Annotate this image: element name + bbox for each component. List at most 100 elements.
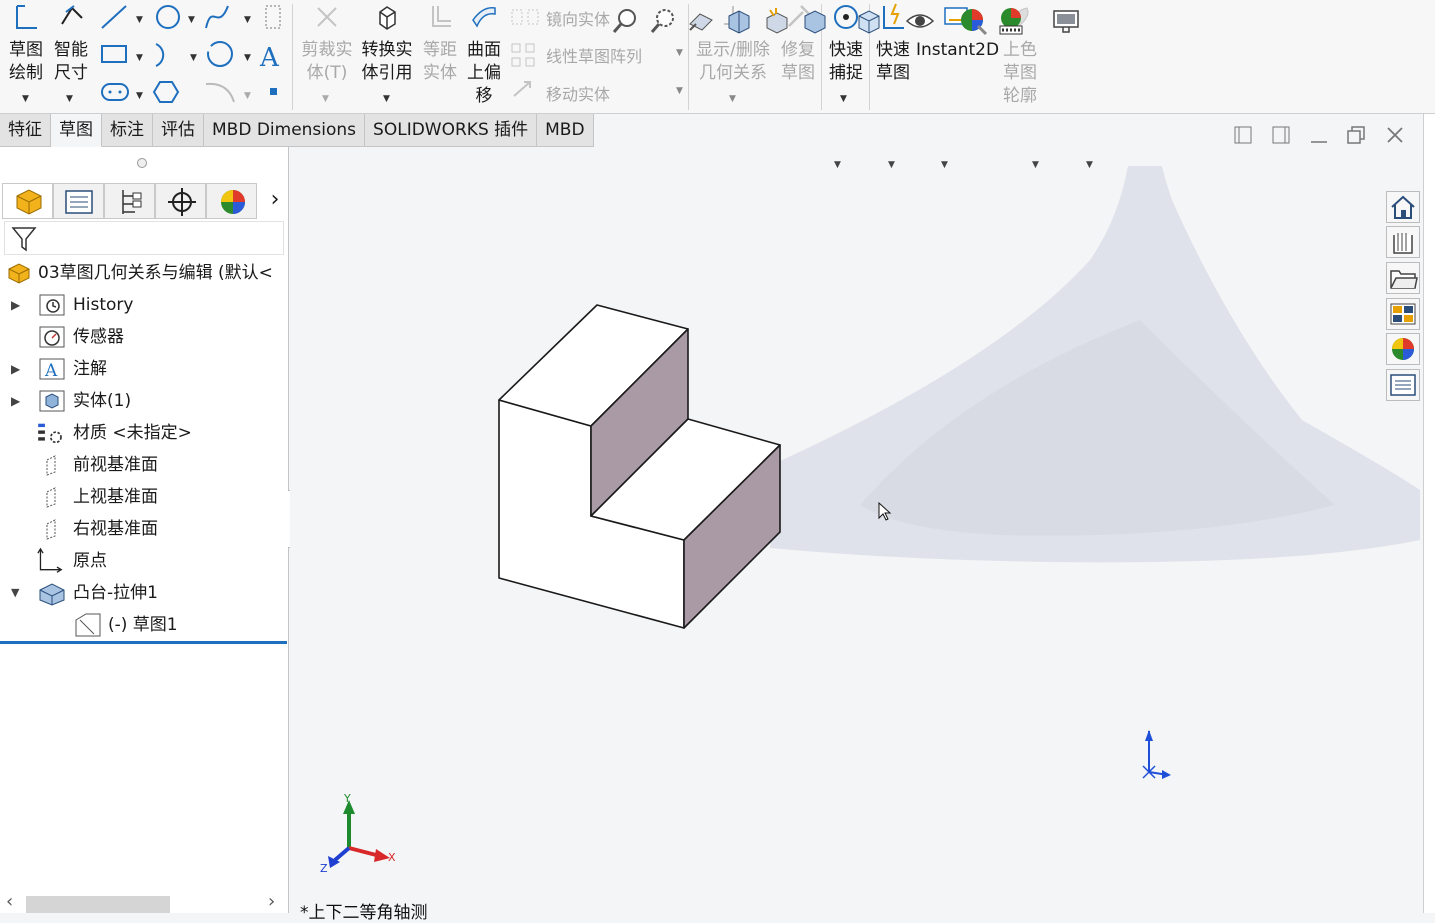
tab-feature-manager[interactable]	[2, 183, 53, 219]
tab-display-manager[interactable]	[206, 183, 257, 219]
model-scene[interactable]	[290, 147, 1423, 913]
view-orientation-icon[interactable]	[800, 6, 830, 36]
display-style-icon[interactable]	[854, 6, 884, 36]
sketch-draw-dropdown[interactable]: ▼	[22, 94, 29, 104]
scroll-right-arrow[interactable]: ›	[268, 891, 275, 912]
horizontal-scrollbar[interactable]: ‹ ›	[0, 891, 287, 913]
trim-dropdown[interactable]: ▼	[322, 94, 329, 104]
offset-on-surface-button[interactable]: 曲面 上偏 移	[462, 2, 506, 108]
tree-item-boss-extrude[interactable]: ▼ 凸台-拉伸1	[0, 577, 287, 609]
task-pane-custom-properties[interactable]	[1386, 369, 1420, 401]
edit-appearance-icon[interactable]	[958, 6, 988, 36]
task-pane-appearances[interactable]	[1386, 333, 1420, 365]
tree-filter-box[interactable]	[4, 221, 284, 255]
custom-properties-icon	[1390, 374, 1416, 396]
tree-item-history[interactable]: ▶ History	[0, 289, 287, 321]
triad-z-label: Z	[320, 862, 328, 875]
scene-origin-icon	[1142, 730, 1171, 779]
restore-icon[interactable]	[1345, 124, 1367, 146]
scrollbar-thumb[interactable]	[26, 896, 170, 913]
tree-root[interactable]: 03草图几何关系与编辑 (默认<	[0, 257, 287, 289]
panel-tabs-more-arrow[interactable]: ›	[262, 183, 288, 219]
tree-item-right-plane[interactable]: 右视基准面	[0, 513, 287, 545]
view-settings-dropdown[interactable]: ▼	[1086, 160, 1093, 170]
dynamic-annotation-view-icon[interactable]	[762, 6, 792, 36]
triad-x-label: X	[388, 851, 396, 864]
pattern-dropdown[interactable]: ▼	[676, 48, 683, 58]
tab-solidworks-addins[interactable]: SOLIDWORKS 插件	[365, 114, 538, 147]
smart-dimension-icon	[61, 5, 83, 25]
task-pane-file-explorer[interactable]	[1386, 262, 1420, 294]
hide-show-items-icon[interactable]	[905, 6, 935, 36]
expand-arrow-icon[interactable]: ▶	[11, 385, 20, 417]
apply-scene-icon[interactable]	[996, 6, 1026, 36]
l-block-part	[498, 304, 781, 629]
task-pane-home[interactable]	[1386, 191, 1420, 223]
expand-arrow-icon[interactable]: ▶	[11, 289, 20, 321]
view-name-status: *上下二等角轴测	[300, 903, 428, 923]
tree-item-sensors[interactable]: 传感器	[0, 321, 287, 353]
tab-mbd-dimensions[interactable]: MBD Dimensions	[204, 114, 366, 147]
scroll-left-arrow[interactable]: ‹	[6, 891, 13, 912]
tree-item-sketch1[interactable]: (-) 草图1	[0, 609, 287, 641]
command-manager-ribbon: 草图 绘制 ▼ 智能 尺寸 ▼ ▼ ▼ ▼ ▼ ▼ ▼ A ▼ ▼ 剪裁实 体(…	[0, 0, 1435, 114]
linear-pattern-button[interactable]: 线性草图阵列	[546, 43, 642, 67]
view-orientation-dropdown[interactable]: ▼	[834, 160, 841, 170]
design-library-icon	[1393, 233, 1413, 254]
zoom-to-fit-icon[interactable]	[610, 6, 640, 36]
tab-sketch[interactable]: 草图	[51, 114, 102, 147]
move-dropdown[interactable]: ▼	[676, 86, 683, 96]
convert-dropdown[interactable]: ▼	[383, 94, 390, 104]
dock-left-icon[interactable]	[1232, 124, 1254, 146]
smart-dimension-button[interactable]: 智能 尺寸	[50, 2, 92, 85]
tree-item-annotations[interactable]: ▶ A 注解	[0, 353, 287, 385]
relations-dropdown[interactable]: ▼	[729, 94, 736, 104]
hide-show-dropdown[interactable]: ▼	[941, 160, 948, 170]
tab-configuration-manager[interactable]	[104, 183, 155, 219]
apply-scene-dropdown[interactable]: ▼	[1032, 160, 1039, 170]
circle-icon	[156, 5, 180, 29]
zoom-to-area-icon[interactable]	[648, 6, 678, 36]
minimize-icon[interactable]	[1308, 124, 1330, 146]
section-view-icon[interactable]	[724, 6, 754, 36]
display-manager-icon	[221, 190, 245, 214]
sketch-draw-button[interactable]: 草图 绘制	[4, 2, 48, 85]
tree-item-front-plane[interactable]: 前视基准面	[0, 449, 287, 481]
previous-view-icon[interactable]	[686, 6, 716, 36]
sketch-icon	[75, 613, 101, 637]
rollback-bar[interactable]	[0, 641, 287, 644]
offset-entities-button[interactable]: 等距 实体	[418, 2, 462, 85]
tree-item-origin[interactable]: 原点	[0, 545, 287, 577]
linear-pattern-icon	[511, 43, 535, 67]
mirror-entities-button[interactable]: 镜向实体	[546, 6, 610, 30]
move-entities-button[interactable]: 移动实体	[546, 81, 610, 105]
tree-item-top-plane[interactable]: 上视基准面	[0, 481, 287, 513]
tree-item-solid-bodies[interactable]: ▶ 实体(1)	[0, 385, 287, 417]
smart-dim-dropdown[interactable]: ▼	[66, 94, 73, 104]
dimxpert-icon	[168, 188, 196, 216]
close-icon[interactable]	[1384, 124, 1406, 146]
task-pane-view-palette[interactable]	[1386, 298, 1420, 330]
convert-entities-button[interactable]: 转换实 体引用	[358, 2, 416, 85]
view-settings-icon[interactable]	[1051, 6, 1081, 36]
tab-dimxpert-manager[interactable]	[155, 183, 206, 219]
tree-item-material[interactable]: 材质 <未指定>	[0, 417, 287, 449]
collapse-arrow-icon[interactable]: ▼	[11, 577, 19, 609]
quick-snap-dropdown[interactable]: ▼	[840, 94, 847, 104]
material-icon	[38, 423, 62, 444]
dock-right-icon[interactable]	[1270, 124, 1292, 146]
history-icon	[39, 294, 65, 316]
expand-arrow-icon[interactable]: ▶	[11, 353, 20, 385]
panel-splitter-handle[interactable]	[137, 158, 147, 168]
tab-mbd[interactable]: MBD	[537, 114, 594, 147]
trim-entities-button[interactable]: 剪裁实 体(T)	[298, 2, 356, 85]
task-pane-design-library[interactable]	[1386, 226, 1420, 258]
sensor-icon	[39, 326, 65, 348]
tab-evaluate[interactable]: 评估	[153, 114, 204, 147]
display-style-dropdown[interactable]: ▼	[888, 160, 895, 170]
plane-icon	[46, 519, 56, 540]
tab-markup[interactable]: 标注	[102, 114, 153, 147]
tab-features[interactable]: 特征	[0, 114, 51, 147]
svg-text:▼: ▼	[136, 91, 143, 101]
tab-property-manager[interactable]	[53, 183, 104, 219]
